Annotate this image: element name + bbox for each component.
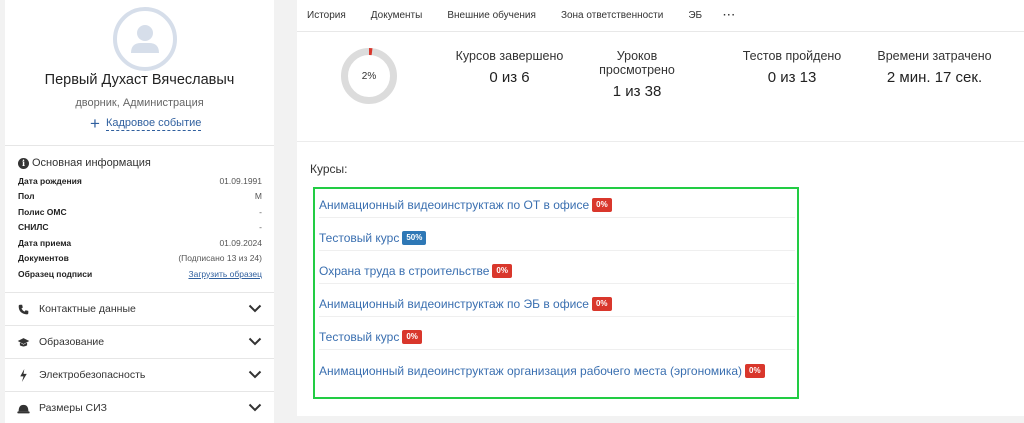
- info-key: Документов: [18, 253, 69, 264]
- progress-percent: 2%: [361, 70, 377, 82]
- hr-event-label: Кадровое событие: [105, 116, 202, 131]
- info-icon: i: [18, 157, 29, 169]
- basic-info-title: i Основная информация: [18, 157, 151, 169]
- accordion-contacts[interactable]: Контактные данные: [5, 292, 274, 325]
- info-value: 01.09.1991: [219, 175, 262, 186]
- hr-event-link[interactable]: + Кадровое событие: [90, 114, 202, 133]
- info-key: Образец подписи: [18, 268, 93, 279]
- info-row-oms: Полис ОМС -: [18, 204, 262, 220]
- upload-signature-link[interactable]: Загрузить образец: [188, 269, 262, 279]
- info-key: Пол: [18, 191, 35, 202]
- info-value: (Подписано 13 из 24): [178, 253, 262, 264]
- basic-info-label: Основная информация: [32, 157, 151, 169]
- accordion-education[interactable]: Образование: [5, 325, 274, 358]
- stat-value: 1 из 38: [612, 83, 662, 100]
- stat-title: Времени затрачено: [877, 49, 992, 63]
- courses-highlight-box: Анимационный видеоинструктаж по ОТ в офи…: [313, 187, 799, 399]
- basic-info-list: Дата рождения 01.09.1991 Пол М Полис ОМС - …: [18, 173, 262, 282]
- stat-value: 0 из 13: [767, 69, 817, 86]
- course-link[interactable]: Тестовый курс: [319, 231, 399, 245]
- accordion-ppe-sizes[interactable]: Размеры СИЗ: [5, 391, 274, 423]
- course-item[interactable]: Анимационный видеоинструктаж по ЭБ в офи…: [319, 292, 795, 317]
- divider: [297, 31, 1024, 32]
- progress-badge: 0%: [745, 363, 765, 378]
- course-link[interactable]: Анимационный видеоинструктаж по ЭБ в офи…: [319, 297, 589, 311]
- info-value: 01.09.2024: [219, 237, 262, 248]
- stat-tests-passed: Тестов пройдено 0 из 13: [727, 49, 857, 86]
- stat-time-spent: Времени затрачено 2 мин. 17 сек.: [867, 49, 1002, 86]
- course-link[interactable]: Охрана труда в строительстве: [319, 264, 489, 278]
- info-key: Дата рождения: [18, 175, 82, 186]
- info-row-documents: Документов (Подписано 13 из 24): [18, 251, 262, 267]
- stat-courses-completed: Курсов завершено 0 из 6: [442, 49, 577, 86]
- progress-badge: 0%: [492, 264, 512, 278]
- course-item[interactable]: Тестовый курс 0%: [319, 325, 795, 350]
- course-link[interactable]: Анимационный видеоинструктаж организация…: [319, 364, 742, 378]
- stat-value: 2 мин. 17 сек.: [886, 69, 983, 86]
- tab-eb[interactable]: ЭБ: [688, 10, 702, 21]
- tab-more-icon[interactable]: ···: [723, 10, 736, 21]
- tab-external-training[interactable]: Внешние обучения: [447, 10, 536, 21]
- tab-responsibility-zone[interactable]: Зона ответственности: [561, 10, 663, 21]
- tab-bar: История Документы Внешние обучения Зона …: [297, 0, 1024, 31]
- accordion-label: Контактные данные: [39, 303, 136, 315]
- info-row-hire-date: Дата приема 01.09.2024: [18, 235, 262, 251]
- chevron-down-icon: [248, 366, 262, 384]
- chevron-down-icon: [248, 333, 262, 351]
- course-link[interactable]: Тестовый курс: [319, 330, 399, 344]
- profile-role: дворник, Администрация: [75, 97, 204, 109]
- progress-donut: 2%: [340, 47, 398, 105]
- accordion-electrical-safety[interactable]: Электробезопасность: [5, 358, 274, 391]
- helmet-icon: [16, 403, 30, 414]
- info-row-birthdate: Дата рождения 01.09.1991: [18, 173, 262, 189]
- progress-badge: 0%: [592, 198, 612, 212]
- info-row-gender: Пол М: [18, 189, 262, 205]
- info-value: -: [259, 222, 262, 233]
- stat-title: Уроков просмотрено: [599, 49, 675, 77]
- lightning-icon: [16, 368, 30, 382]
- avatar: [113, 7, 177, 71]
- tab-documents[interactable]: Документы: [371, 10, 423, 21]
- course-item[interactable]: Тестовый курс 50%: [319, 226, 795, 251]
- accordion-label: Электробезопасность: [39, 369, 146, 381]
- chevron-down-icon: [248, 300, 262, 318]
- info-key: Полис ОМС: [18, 206, 67, 217]
- info-key: СНИЛС: [18, 222, 49, 233]
- stat-value: 0 из 6: [489, 69, 530, 86]
- user-icon: [131, 25, 159, 53]
- profile-name: Первый Духаст Вячеславыч: [44, 72, 235, 88]
- phone-icon: [16, 304, 30, 315]
- progress-badge: 50%: [402, 231, 427, 245]
- info-value: М: [254, 191, 262, 202]
- profile-panel: Первый Духаст Вячеславыч дворник, Админи…: [5, 0, 274, 423]
- progress-badge: 0%: [402, 330, 422, 344]
- info-row-snils: СНИЛС -: [18, 220, 262, 236]
- stat-title: Курсов завершено: [455, 49, 564, 63]
- graduation-cap-icon: [16, 337, 30, 348]
- divider: [5, 145, 274, 146]
- plus-icon: +: [90, 114, 100, 133]
- accordion-label: Образование: [39, 336, 105, 348]
- info-key: Дата приема: [18, 237, 72, 248]
- course-item[interactable]: Анимационный видеоинструктаж по ОТ в офи…: [319, 193, 795, 218]
- stat-lessons-viewed: Уроков просмотрено 1 из 38: [587, 49, 687, 100]
- divider: [297, 141, 1024, 142]
- main-panel: История Документы Внешние обучения Зона …: [297, 0, 1024, 416]
- course-item[interactable]: Охрана труда в строительстве 0%: [319, 259, 795, 284]
- courses-heading: Курсы:: [310, 162, 348, 176]
- stat-title: Тестов пройдено: [742, 49, 842, 63]
- tab-history[interactable]: История: [307, 10, 346, 21]
- info-value: -: [259, 206, 262, 217]
- chevron-down-icon: [248, 399, 262, 417]
- course-link[interactable]: Анимационный видеоинструктаж по ОТ в офи…: [319, 198, 589, 212]
- progress-badge: 0%: [591, 297, 612, 311]
- accordion-label: Размеры СИЗ: [39, 402, 108, 414]
- course-item[interactable]: Анимационный видеоинструктаж организация…: [319, 358, 795, 383]
- info-row-signature: Образец подписи Загрузить образец: [18, 266, 262, 282]
